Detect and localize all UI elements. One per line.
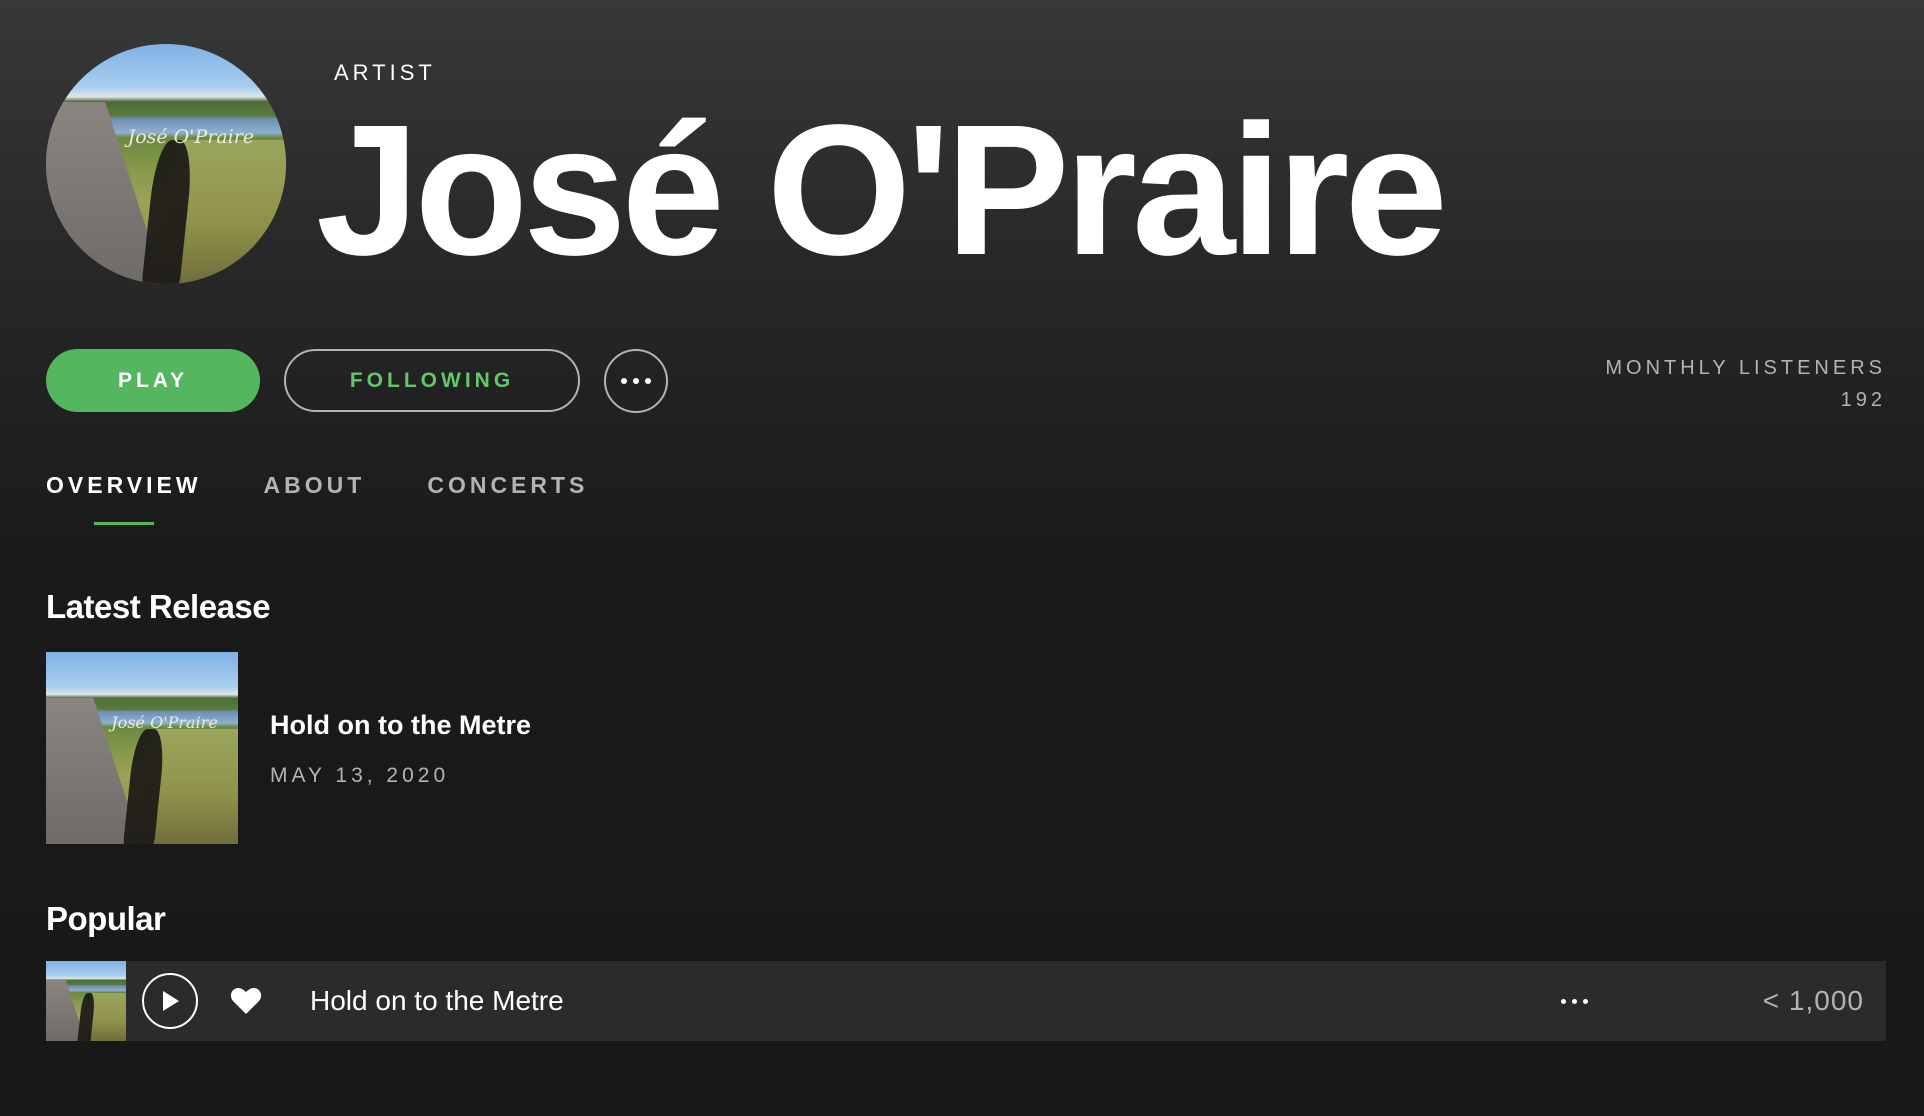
tab-concerts-label: CONCERTS [427, 472, 589, 498]
heart-icon[interactable] [230, 985, 262, 1017]
artist-tabs: OVERVIEW ABOUT CONCERTS [46, 472, 588, 525]
latest-release-heading: Latest Release [46, 588, 271, 625]
play-icon [163, 991, 179, 1011]
artist-avatar: José O'Praire [46, 44, 286, 284]
active-tab-indicator [93, 522, 154, 525]
artist-type-label: ARTIST [334, 60, 436, 85]
more-dots-icon [621, 378, 651, 384]
latest-release-date: MAY 13, 2020 [270, 764, 450, 787]
track-title: Hold on to the Metre [310, 985, 564, 1016]
track-row[interactable]: Hold on to the Metre < 1,000 [46, 961, 1886, 1041]
artwork-signature: José O'Praire [111, 713, 218, 733]
tab-overview[interactable]: OVERVIEW [46, 472, 202, 525]
track-play-count: < 1,000 [1762, 985, 1864, 1016]
play-button[interactable]: PLAY [46, 349, 260, 412]
popular-heading: Popular [46, 900, 166, 937]
monthly-listeners-label: MONTHLY LISTENERS [1605, 357, 1886, 379]
tab-about-label: ABOUT [263, 472, 366, 498]
latest-release-cover[interactable]: José O'Praire [46, 652, 238, 844]
track-play-button[interactable] [142, 973, 198, 1029]
tab-overview-label: OVERVIEW [46, 472, 202, 498]
more-options-button[interactable] [604, 349, 668, 413]
tab-concerts[interactable]: CONCERTS [427, 472, 588, 499]
latest-release-title[interactable]: Hold on to the Metre [270, 710, 531, 741]
monthly-listeners: MONTHLY LISTENERS 192 [1605, 352, 1886, 416]
tab-about[interactable]: ABOUT [264, 472, 366, 499]
artwork-signature: José O'Praire [127, 125, 255, 148]
following-button[interactable]: FOLLOWING [284, 349, 580, 412]
track-more-button[interactable] [1554, 991, 1594, 1011]
monthly-listeners-count: 192 [1840, 389, 1886, 411]
artist-name-title: José O'Praire [316, 87, 1448, 294]
track-thumbnail [46, 961, 126, 1041]
more-dots-icon [1560, 998, 1588, 1004]
